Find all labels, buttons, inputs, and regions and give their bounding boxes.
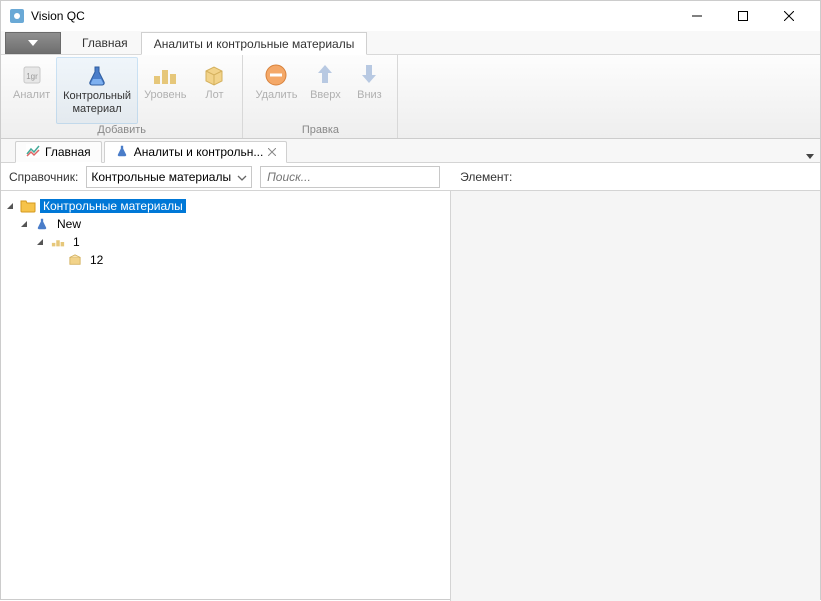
tab-analytes[interactable]: Аналиты и контрольные материалы [141, 32, 368, 55]
collapse-icon[interactable] [5, 201, 16, 212]
down-button[interactable]: Вниз [347, 57, 391, 124]
titlebar: Vision QC [1, 1, 820, 31]
doc-tabs: Главная Аналиты и контрольн... [1, 139, 820, 163]
tabs-menu-icon[interactable] [806, 147, 814, 165]
delete-label: Удалить [255, 89, 297, 102]
box-icon [202, 61, 226, 89]
collapse-icon[interactable] [19, 219, 30, 230]
group-add-label: Добавить [97, 124, 146, 138]
flask-icon [85, 62, 109, 90]
search-input[interactable] [267, 170, 433, 184]
down-label: Вниз [357, 89, 382, 102]
app-icon [9, 8, 25, 24]
lot-button[interactable]: Лот [192, 57, 236, 124]
delete-button[interactable]: Удалить [249, 57, 303, 124]
chart-icon [26, 144, 40, 161]
reference-combo-value: Контрольные материалы [91, 170, 231, 184]
close-tab-icon[interactable] [268, 145, 276, 159]
box-small-icon [67, 252, 83, 268]
tree-node-1[interactable]: 1 [5, 233, 446, 251]
detail-panel [451, 191, 820, 601]
tree-root[interactable]: Контрольные материалы [5, 197, 446, 215]
tree-node-new[interactable]: New [5, 215, 446, 233]
folder-icon [20, 198, 36, 214]
close-button[interactable] [766, 1, 812, 31]
svg-text:1gr: 1gr [26, 72, 38, 81]
lot-label: Лот [205, 89, 223, 102]
reference-label: Справочник: [9, 170, 78, 184]
collapse-icon[interactable] [35, 237, 46, 248]
control-material-label: Контрольный материал [63, 90, 131, 116]
tree: Контрольные материалы New 1 12 [1, 191, 451, 601]
group-edit: Удалить Вверх Вниз Правка [243, 55, 398, 138]
tree-node-1-label: 1 [70, 235, 83, 249]
analyte-icon: 1gr [20, 61, 44, 89]
tree-root-label: Контрольные материалы [40, 199, 186, 213]
group-add: 1gr Аналит Контрольный материал Уровень … [1, 55, 243, 138]
doc-tab-home[interactable]: Главная [15, 141, 102, 163]
up-button[interactable]: Вверх [303, 57, 347, 124]
analyte-button[interactable]: 1gr Аналит [7, 57, 56, 124]
flask-small-icon [115, 144, 129, 161]
ribbon-tabs: Главная Аналиты и контрольные материалы [1, 31, 820, 55]
doc-tab-home-label: Главная [45, 145, 91, 159]
search-box[interactable] [260, 166, 440, 188]
arrow-down-icon [360, 61, 378, 89]
tree-node-new-label: New [54, 217, 84, 231]
ribbon: 1gr Аналит Контрольный материал Уровень … [1, 55, 820, 139]
element-label: Элемент: [460, 170, 512, 184]
level-label: Уровень [144, 89, 186, 102]
minimize-button[interactable] [674, 1, 720, 31]
maximize-button[interactable] [720, 1, 766, 31]
group-edit-label: Правка [302, 124, 339, 138]
window-title: Vision QC [31, 9, 674, 23]
doc-tab-analytes-label: Аналиты и контрольн... [134, 145, 264, 159]
delete-icon [264, 61, 288, 89]
tree-node-12[interactable]: 12 [5, 251, 446, 269]
control-material-button[interactable]: Контрольный материал [56, 57, 138, 124]
file-menu-button[interactable] [5, 32, 61, 54]
chevron-down-icon [237, 172, 247, 182]
toolbar: Справочник: Контрольные материалы Элемен… [1, 163, 820, 191]
up-label: Вверх [310, 89, 341, 102]
podium-icon [152, 61, 178, 89]
flask-small-icon [34, 216, 50, 232]
reference-combo[interactable]: Контрольные материалы [86, 166, 252, 188]
tab-home[interactable]: Главная [69, 31, 141, 54]
podium-small-icon [50, 234, 66, 250]
tree-node-12-label: 12 [87, 253, 106, 267]
content: Контрольные материалы New 1 12 [1, 191, 820, 601]
level-button[interactable]: Уровень [138, 57, 192, 124]
doc-tab-analytes[interactable]: Аналиты и контрольн... [104, 141, 288, 163]
analyte-label: Аналит [13, 89, 50, 102]
arrow-up-icon [316, 61, 334, 89]
